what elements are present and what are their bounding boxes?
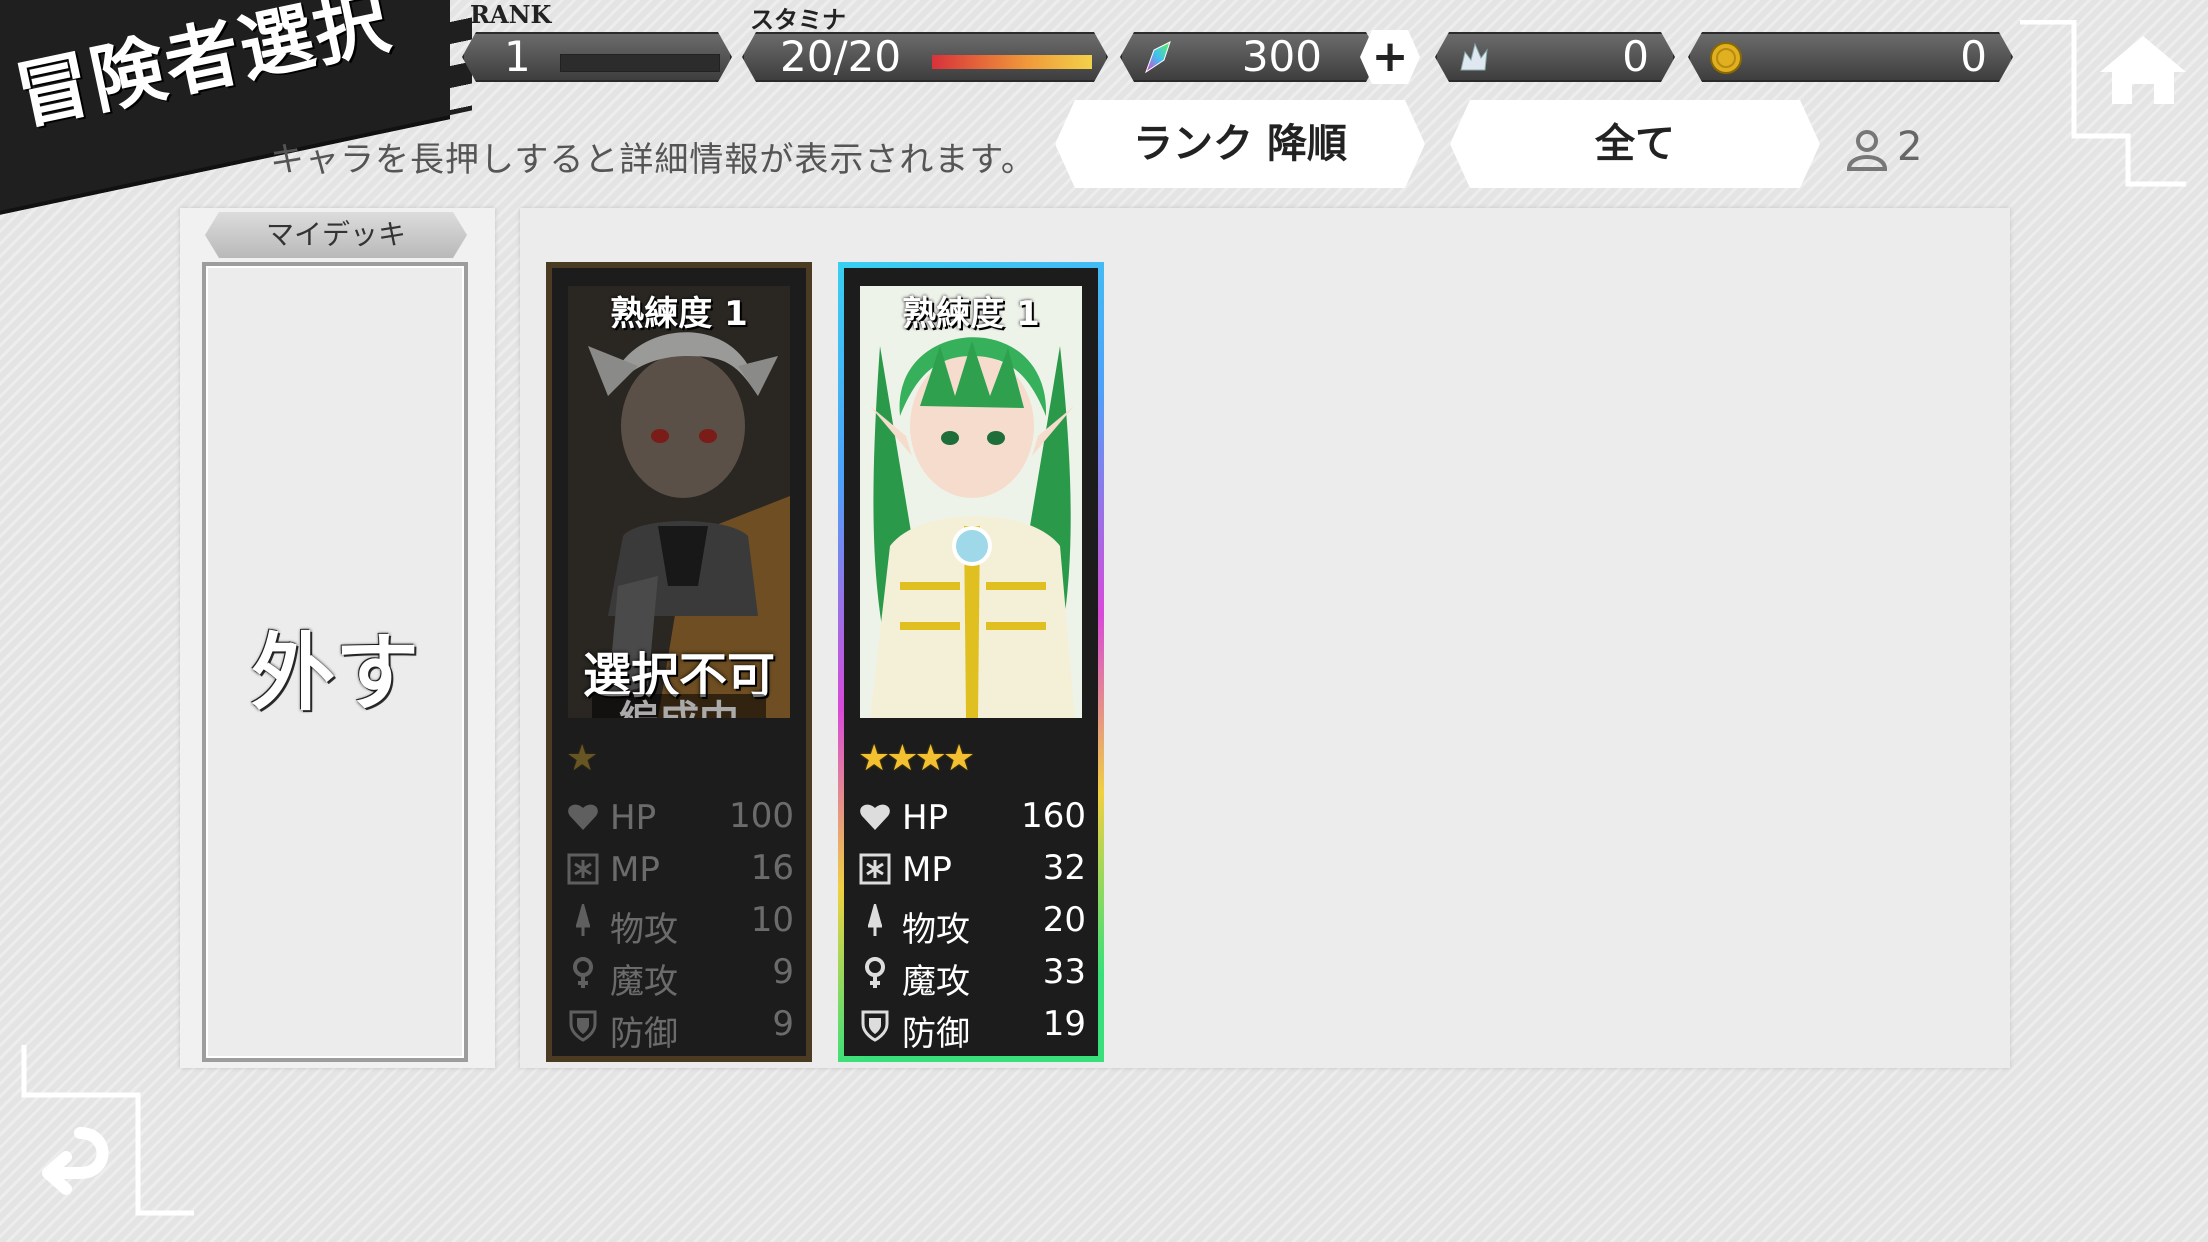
stat-label: HP bbox=[610, 798, 657, 838]
character-count-value: 2 bbox=[1897, 124, 1923, 170]
stat-value: 20 bbox=[1042, 900, 1086, 940]
stat-value: 16 bbox=[750, 848, 794, 888]
stat-value: 160 bbox=[1021, 796, 1086, 836]
filter-button[interactable]: 全て bbox=[1450, 100, 1820, 188]
remove-label: 外す bbox=[250, 624, 419, 722]
stat-row-attack: 物攻 10 bbox=[566, 898, 794, 950]
home-icon bbox=[2100, 36, 2186, 104]
stat-row-hp: HP 160 bbox=[858, 794, 1086, 844]
crystal-bar: 0 bbox=[1435, 32, 1675, 82]
gem-bar: 300 bbox=[1120, 32, 1380, 82]
stamina-label: スタミナ bbox=[750, 5, 846, 34]
buy-gems-button[interactable]: + bbox=[1360, 30, 1420, 84]
heart-icon bbox=[568, 804, 598, 830]
stat-row-defense: 防御 9 bbox=[566, 1002, 794, 1054]
rarity-stars: ★ bbox=[566, 738, 598, 779]
stat-value: 9 bbox=[772, 952, 794, 992]
character-card[interactable]: 熟練度 1 ★★★★ HP 160 MP 32 物攻 20 魔攻 33 防御 1… bbox=[838, 262, 1104, 1062]
stat-row-defense: 防御 19 bbox=[858, 1002, 1086, 1054]
back-button[interactable] bbox=[18, 1045, 198, 1220]
in-party-label: 編成中 bbox=[592, 694, 766, 718]
magic-icon bbox=[573, 957, 593, 988]
stat-row-mp: MP 16 bbox=[566, 846, 794, 896]
mp-icon bbox=[567, 853, 599, 885]
stat-label: MP bbox=[902, 850, 952, 890]
magic-icon bbox=[865, 957, 885, 988]
crystal-count: 0 bbox=[1622, 32, 1649, 81]
stat-label: 物攻 bbox=[610, 910, 678, 950]
stat-value: 19 bbox=[1042, 1004, 1086, 1044]
stamina-gauge bbox=[932, 55, 1092, 69]
rank-value: 1 bbox=[504, 32, 531, 81]
stat-value: 10 bbox=[750, 900, 794, 940]
sword-icon bbox=[868, 904, 882, 936]
stat-label: 魔攻 bbox=[902, 962, 970, 1002]
stat-label: 防御 bbox=[902, 1014, 970, 1054]
stat-row-hp: HP 100 bbox=[566, 794, 794, 844]
stat-label: 防御 bbox=[610, 1014, 678, 1054]
character-portrait: 熟練度 1 bbox=[860, 286, 1082, 718]
stat-row-magic: 魔攻 33 bbox=[858, 950, 1086, 1002]
stat-label: MP bbox=[610, 850, 660, 890]
stat-value: 33 bbox=[1042, 952, 1086, 992]
gem-icon bbox=[1140, 40, 1176, 76]
character-count: 2 bbox=[1845, 124, 1922, 171]
character-portrait: 熟練度 1 選択不可 編成中 bbox=[568, 286, 790, 718]
crystal-icon bbox=[1455, 40, 1491, 76]
hint-text: キャラを長押しすると詳細情報が表示されます。 bbox=[270, 140, 1036, 180]
coin-count: 0 bbox=[1960, 32, 1987, 81]
sort-button[interactable]: ランク 降順 bbox=[1055, 100, 1425, 188]
stat-row-magic: 魔攻 9 bbox=[566, 950, 794, 1002]
stat-label: 物攻 bbox=[902, 910, 970, 950]
shield-icon bbox=[861, 1010, 889, 1042]
rank-label: RANK bbox=[470, 0, 552, 29]
stat-row-mp: MP 32 bbox=[858, 846, 1086, 896]
heart-icon bbox=[860, 804, 890, 830]
stamina-value: 20/20 bbox=[780, 32, 902, 81]
stat-value: 9 bbox=[772, 1004, 794, 1044]
sword-icon bbox=[576, 904, 590, 936]
stat-row-attack: 物攻 20 bbox=[858, 898, 1086, 950]
character-card[interactable]: 熟練度 1 選択不可 編成中 ★ HP 100 MP 16 物攻 10 魔攻 9… bbox=[546, 262, 812, 1062]
stamina-bar: 20/20 bbox=[742, 32, 1108, 82]
mp-icon bbox=[859, 853, 891, 885]
rarity-stars: ★★★★ bbox=[858, 738, 975, 779]
my-deck-tab: マイデッキ bbox=[205, 212, 467, 258]
gem-count: 300 bbox=[1241, 32, 1322, 81]
proficiency-label: 熟練度 1 bbox=[902, 294, 1040, 334]
stat-label: 魔攻 bbox=[610, 962, 678, 1002]
stat-value: 32 bbox=[1042, 848, 1086, 888]
rank-exp-gauge bbox=[560, 54, 720, 72]
home-button[interactable] bbox=[2018, 20, 2188, 190]
coin-bar: 0 bbox=[1688, 32, 2013, 82]
back-icon bbox=[42, 1127, 109, 1195]
proficiency-label: 熟練度 1 bbox=[610, 294, 748, 334]
remove-slot[interactable]: 外す bbox=[202, 262, 468, 1062]
stat-value: 100 bbox=[729, 796, 794, 836]
shield-icon bbox=[569, 1010, 597, 1042]
coin-icon bbox=[1708, 40, 1744, 76]
person-icon bbox=[1846, 130, 1888, 171]
rank-bar: 1 bbox=[462, 32, 732, 82]
stat-label: HP bbox=[902, 798, 949, 838]
